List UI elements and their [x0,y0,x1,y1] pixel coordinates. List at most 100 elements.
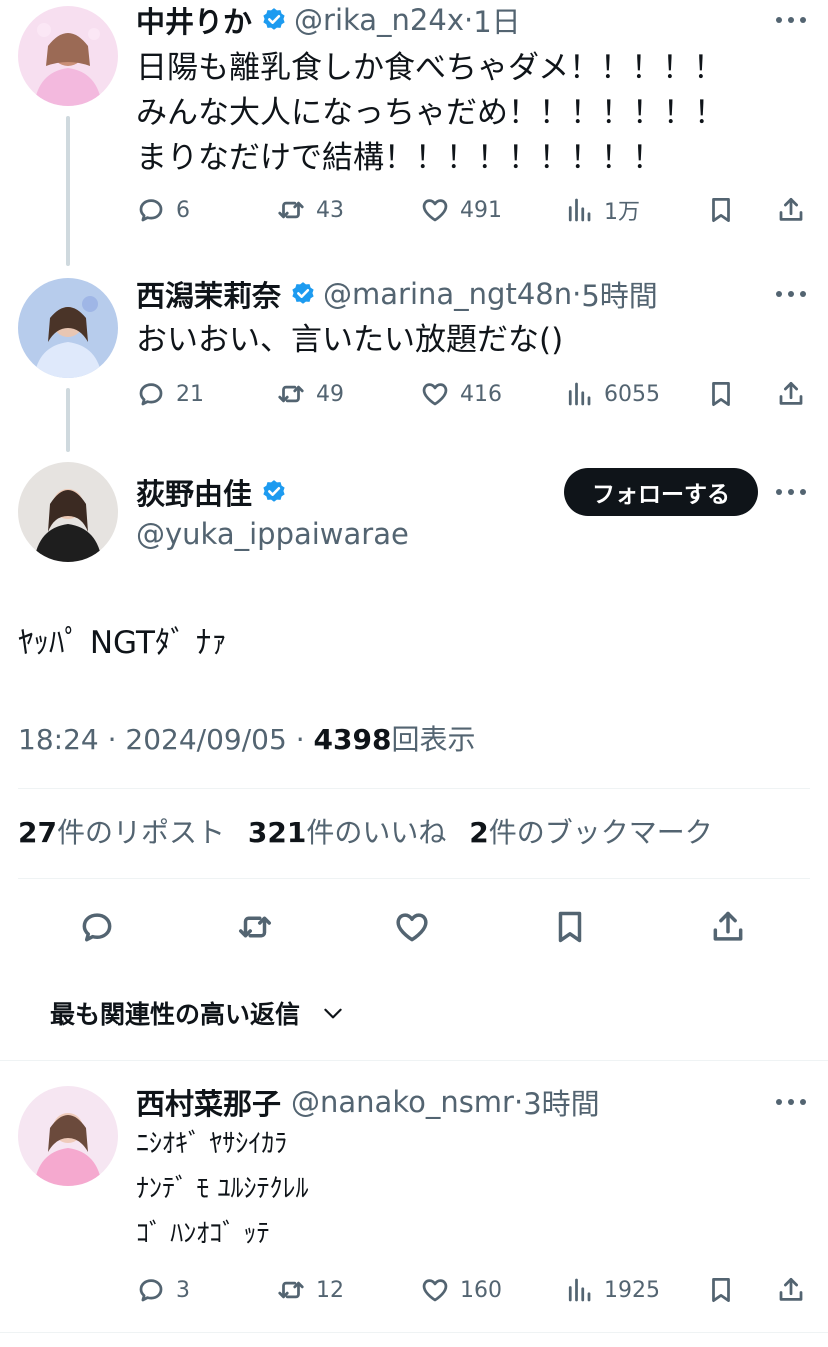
like-icon [420,379,450,409]
main-tweet-header: 荻野由佳 [136,472,294,512]
view-count: 1万 [604,200,640,225]
views-button[interactable]: 6055 [564,376,660,412]
repost-count: 49 [316,381,344,407]
text-line: 日陽も離乳食しか食べちゃダメ！！！！！ [136,50,725,86]
chevron-down-icon [324,1008,342,1019]
bookmark-icon [706,379,736,409]
repost-button[interactable]: 49 [276,376,344,412]
reply-count: 3 [176,1277,190,1303]
bookmark-button[interactable] [706,192,736,228]
follow-button[interactable]: フォローする [564,468,758,516]
share-button[interactable] [776,376,806,412]
views-button[interactable]: 1万 [564,192,640,228]
separator: · [295,723,305,756]
post-time[interactable]: 18:24 [18,723,99,756]
action-bar: 21 49 416 6055 [136,376,806,412]
divider [0,1060,828,1061]
share-button[interactable] [776,1272,806,1308]
author-name[interactable]: 中井りか [136,0,252,41]
like-icon [393,908,431,946]
action-bar: 6 43 491 1万 [136,192,806,228]
text-line: みんな大人になっちゃだめ！！！！！！！ [136,95,725,131]
thread-line [66,116,70,266]
post-date[interactable]: 2024/09/05 [125,723,286,756]
tweet-header: 中井りか @rika_n24x · 1日 [136,0,521,40]
reply-icon [78,908,116,946]
tweet-text: 日陽も離乳食しか食べちゃダメ！！！！！ みんな大人になっちゃだめ！！！！！！！ … [136,46,725,181]
view-count: 1925 [604,1277,660,1303]
reply-button[interactable]: 6 [136,192,190,228]
avatar[interactable] [18,278,118,378]
more-icon[interactable] [776,289,806,299]
views-button[interactable]: 1925 [564,1272,660,1308]
view-count: 4398 [313,723,392,756]
like-button[interactable]: 491 [420,192,502,228]
like-button[interactable]: 160 [420,1272,502,1308]
author-handle[interactable]: @yuka_ippaiwarae [136,514,409,554]
author-handle[interactable]: @rika_n24x [294,3,464,37]
tweet-text: おいおい、言いたい放題だな() [136,318,563,363]
text-line: ﾅﾝﾃﾞ ﾓ ﾕﾙｼﾃｸﾚﾙ [136,1174,309,1204]
author-handle[interactable]: @nanako_nsmr [291,1085,514,1119]
repost-stat-label: 件のリポスト [56,816,225,849]
reply-icon [136,379,166,409]
divider [0,1332,828,1333]
share-icon [776,195,806,225]
like-count: 491 [460,197,502,223]
thread-line [66,388,70,452]
engagement-stats: 27件のリポスト 321件のいいね 2件のブックマーク [18,813,713,853]
sort-label: 最も関連性の高い返信 [50,1000,301,1029]
verified-badge-icon [263,8,285,30]
like-count: 160 [460,1277,502,1303]
like-icon [420,1275,450,1305]
like-button[interactable]: 416 [420,376,502,412]
like-stat[interactable]: 321件のいいね [248,816,446,849]
views-icon [564,1275,594,1305]
timestamp[interactable]: 5時間 [581,273,657,315]
repost-button[interactable]: 43 [276,192,344,228]
bookmark-button[interactable] [706,1272,736,1308]
more-icon[interactable] [776,1097,806,1107]
text-line: ｺﾞ ﾊﾝｵｺﾞ ｯﾃ [136,1219,270,1249]
bookmark-stat-count: 2 [469,816,489,849]
separator: · [513,1085,524,1119]
timestamp[interactable]: 3時間 [523,1081,599,1123]
author-handle[interactable]: @marina_ngt48n [323,277,572,311]
separator: · [464,3,474,37]
like-icon [420,195,450,225]
reply-icon [136,1275,166,1305]
share-icon [709,908,747,946]
repost-stat[interactable]: 27件のリポスト [18,816,225,849]
share-button[interactable] [776,192,806,228]
like-button[interactable] [390,905,434,949]
author-name[interactable]: 西村菜那子 [136,1081,281,1123]
reply-button[interactable] [75,905,119,949]
bookmark-stat-label: 件のブックマーク [488,816,713,849]
tweet-text: ﾆｼｵｷﾞ ﾔｻｼｲｶﾗ ﾅﾝﾃﾞ ﾓ ﾕﾙｼﾃｸﾚﾙ ｺﾞ ﾊﾝｵｺﾞ ｯﾃ [136,1122,309,1257]
repost-icon [276,379,306,409]
tweet-meta: 18:24 · 2024/09/05 · 4398回表示 [18,720,475,760]
author-name[interactable]: 西潟茉莉奈 [136,273,281,315]
repost-icon [276,1275,306,1305]
reply-button[interactable]: 3 [136,1272,190,1308]
avatar[interactable] [18,6,118,106]
share-button[interactable] [706,905,750,949]
timestamp[interactable]: 1日 [473,0,520,41]
reply-button[interactable]: 21 [136,376,204,412]
verified-badge-icon [263,480,285,502]
reply-count: 6 [176,197,190,223]
sort-replies-button[interactable]: 最も関連性の高い返信 [50,995,346,1031]
bookmark-stat[interactable]: 2件のブックマーク [469,816,713,849]
divider [18,878,810,879]
more-icon[interactable] [776,15,806,25]
avatar[interactable] [18,1086,118,1186]
bookmark-button[interactable] [706,376,736,412]
divider [18,788,810,789]
avatar[interactable] [18,462,118,562]
views-icon [564,195,594,225]
more-icon[interactable] [776,487,806,497]
repost-button[interactable]: 12 [276,1272,344,1308]
bookmark-button[interactable] [548,905,592,949]
author-name[interactable]: 荻野由佳 [136,471,252,513]
repost-button[interactable] [233,905,277,949]
